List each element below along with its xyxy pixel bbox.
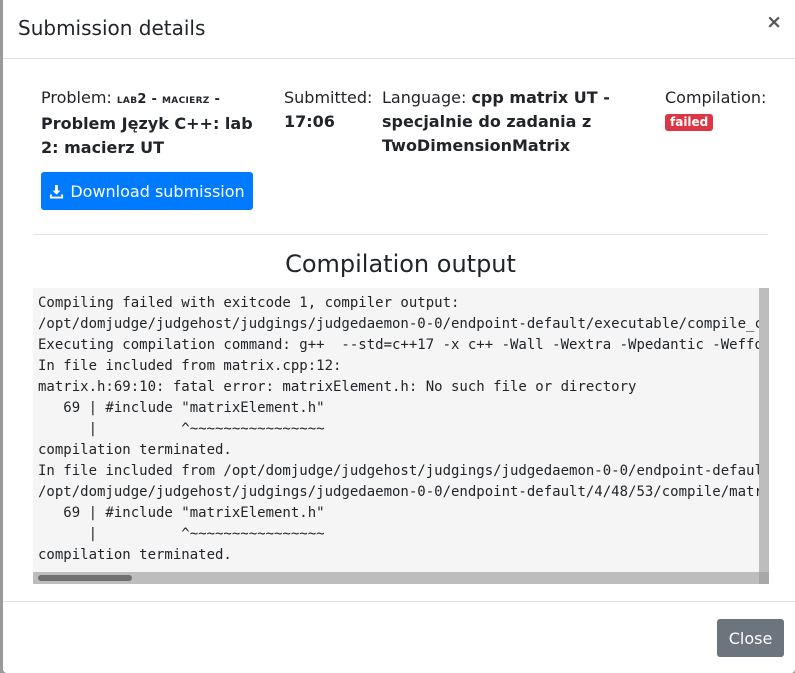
status-badge: failed <box>665 114 714 131</box>
output-line: | ^~~~~~~~~~~~~~~~~ <box>38 526 325 542</box>
close-icon[interactable]: × <box>766 13 782 32</box>
modal-header: Submission details × <box>3 0 795 59</box>
submitted-info: Submitted: 17:06 <box>284 86 379 134</box>
vertical-scrollbar[interactable] <box>759 288 769 572</box>
output-line: Executing compilation command: g++ --std… <box>38 337 763 353</box>
download-submission-button[interactable]: Download submission <box>41 172 253 210</box>
compilation-info: Compilation: failed <box>665 86 795 134</box>
output-line: Compiling failed with exitcode 1, compil… <box>38 295 460 311</box>
output-line: In file included from matrix.cpp:12: <box>38 358 342 374</box>
submitted-label: Submitted: <box>284 88 373 107</box>
modal-title: Submission details <box>18 16 206 40</box>
output-line: 69 | #include "matrixElement.h" <box>38 505 325 521</box>
scrollbar-corner <box>759 572 769 584</box>
modal-footer: Close <box>3 601 795 673</box>
problem-info: Problem: lab2 - macierz - Problem Język … <box>41 86 261 160</box>
compilation-output-text: Compiling failed with exitcode 1, compil… <box>38 293 763 566</box>
output-line: compilation terminated. <box>38 547 232 563</box>
section-divider <box>33 234 768 235</box>
compilation-output-title: Compilation output <box>285 250 516 278</box>
output-line: 69 | #include "matrixElement.h" <box>38 400 325 416</box>
output-line: matrix.h:69:10: fatal error: matrixEleme… <box>38 379 637 395</box>
horizontal-scrollbar-thumb[interactable] <box>38 575 132 581</box>
submission-details-modal: Submission details × Problem: lab2 - mac… <box>3 0 795 673</box>
problem-code: lab2 - macierz - <box>116 92 221 107</box>
download-icon <box>50 184 64 199</box>
output-line: /opt/domjudge/judgehost/judgings/judgeda… <box>38 484 763 500</box>
horizontal-scrollbar[interactable] <box>33 572 769 584</box>
output-line: compilation terminated. <box>38 442 232 458</box>
submitted-time: 17:06 <box>284 112 335 131</box>
compilation-label: Compilation: <box>665 88 767 107</box>
problem-name: Problem Język C++: lab 2: macierz UT <box>41 114 253 157</box>
output-line: /opt/domjudge/judgehost/judgings/judgeda… <box>38 316 763 332</box>
problem-label: Problem: <box>41 88 117 107</box>
output-line: In file included from /opt/domjudge/judg… <box>38 463 763 479</box>
output-line: | ^~~~~~~~~~~~~~~~~ <box>38 421 325 437</box>
language-label: Language: <box>382 88 472 107</box>
compilation-output[interactable]: Compiling failed with exitcode 1, compil… <box>33 288 769 584</box>
close-button[interactable]: Close <box>717 619 784 657</box>
download-button-label: Download submission <box>70 181 245 201</box>
language-info: Language: cpp matrix UT - specjalnie do … <box>382 86 642 158</box>
